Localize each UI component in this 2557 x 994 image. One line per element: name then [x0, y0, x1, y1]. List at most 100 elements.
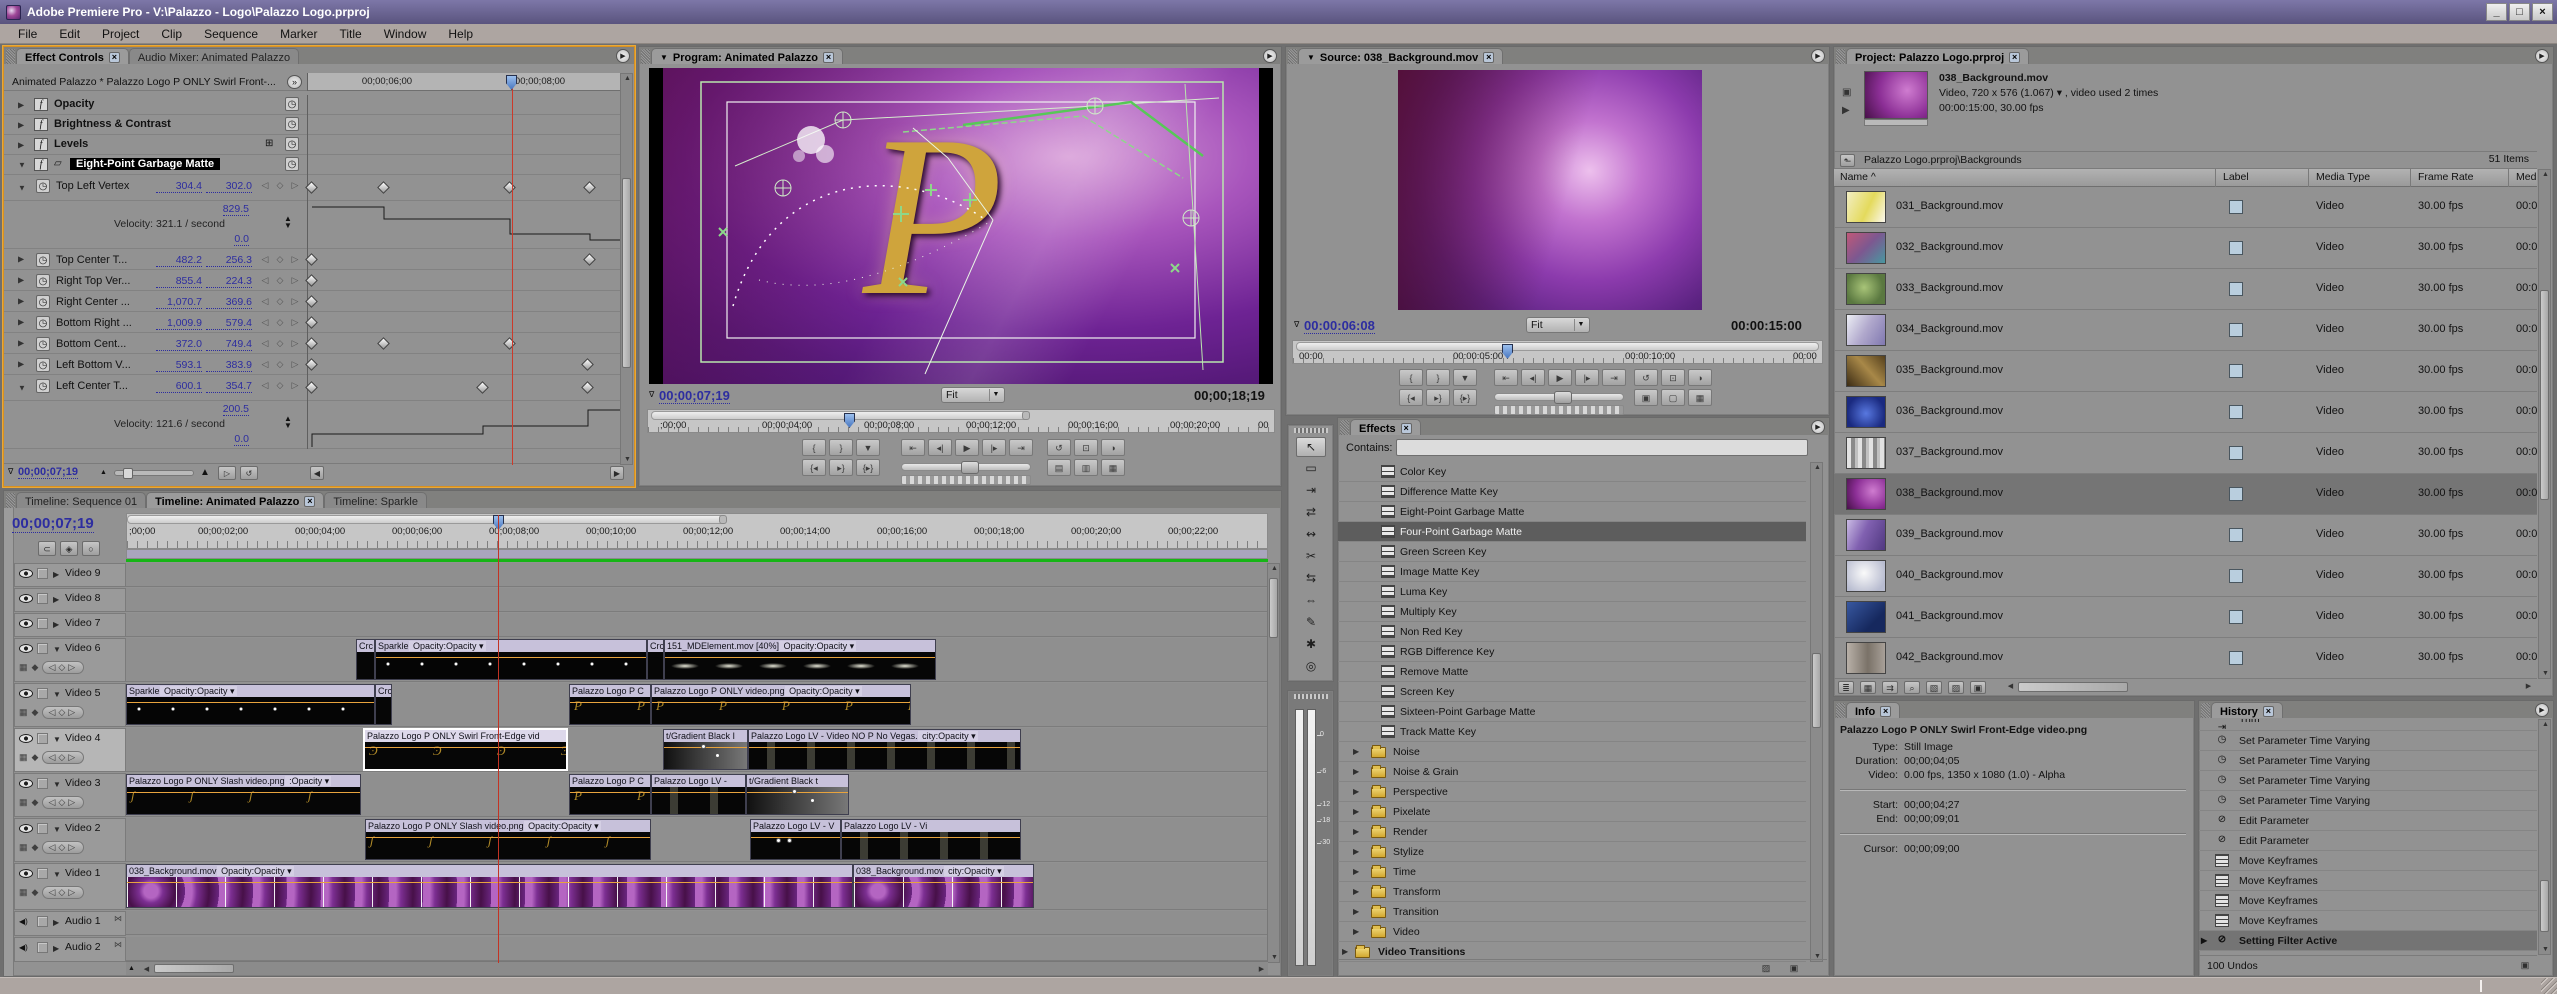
track-header-video-9[interactable]: ▶Video 9	[14, 563, 126, 587]
project-row-034_Background.mov[interactable]: 034_Background.movVideo30.00 fps00:0	[1834, 310, 2537, 351]
track-lock-toggle[interactable]	[37, 916, 48, 927]
project-row-037_Background.mov[interactable]: 037_Background.movVideo30.00 fps00:0	[1834, 433, 2537, 474]
set-marker-button[interactable]: ▼	[1453, 369, 1477, 386]
project-row-033_Background.mov[interactable]: 033_Background.movVideo30.00 fps00:0	[1834, 269, 2537, 310]
param-value-x[interactable]: 600.1	[156, 380, 202, 393]
menu-edit[interactable]: Edit	[49, 25, 90, 43]
tab-effect-controls[interactable]: Effect Controls×	[16, 48, 129, 64]
previous-keyframe-icon[interactable]: ◁	[259, 317, 271, 328]
param-value-x[interactable]: 372.0	[156, 338, 202, 351]
clip-fade-popup[interactable]: Opacity:Opacity ▾	[409, 641, 486, 651]
opacity-rubber-band[interactable]	[749, 747, 1020, 748]
tab-source[interactable]: ▼ Source: 038_Background.mov×	[1298, 48, 1503, 64]
opacity-rubber-band[interactable]	[665, 657, 935, 658]
zoom-tool[interactable]: ◎	[1296, 657, 1326, 677]
effect-item-difference-matte-key[interactable]: Difference Matte Key	[1338, 482, 1806, 502]
add-keyframe-icon[interactable]: ◇	[274, 275, 286, 286]
value-spinner[interactable]: ▲ ▼	[281, 415, 295, 431]
expand-icon[interactable]: ▶	[18, 297, 24, 306]
step-back-button[interactable]: ◂|	[928, 439, 952, 456]
clip-name[interactable]: 040_Background.mov	[1896, 569, 2003, 581]
safe-margins-button[interactable]: ⊡	[1661, 369, 1685, 386]
param-name[interactable]: Top Center T...	[56, 254, 127, 266]
expand-icon[interactable]: ▼	[18, 183, 26, 192]
effect-folder-stylize[interactable]: ▶Stylize	[1338, 842, 1806, 862]
param-value-x[interactable]: 855.4	[156, 275, 202, 288]
keyframe-nav[interactable]: ◁◇▷	[42, 661, 84, 674]
column-divider[interactable]	[2410, 169, 2411, 187]
delete-history-icon[interactable]: ▣	[2517, 959, 2533, 972]
panel-grip[interactable]	[1294, 694, 1328, 699]
timeline-current-timecode[interactable]: 00;00;07;19	[12, 515, 94, 533]
keyframe-row[interactable]	[308, 401, 621, 449]
opacity-rubber-band[interactable]	[751, 837, 840, 838]
add-keyframe-icon[interactable]: ◇	[274, 359, 286, 370]
effect-folder-noise[interactable]: ▶Noise	[1338, 742, 1806, 762]
clip-palazzo-logo-p-c[interactable]: Palazzo Logo P C	[569, 774, 651, 815]
tab-timeline-animated-palazzo[interactable]: Timeline: Animated Palazzo×	[146, 492, 324, 508]
set-out-button[interactable]: }	[1426, 369, 1450, 386]
previous-keyframe-icon[interactable]: ◁	[259, 180, 271, 191]
tab-project[interactable]: Project: Palazzo Logo.prproj×	[1846, 48, 2029, 64]
snap-toggle-icon[interactable]: ⊂	[38, 541, 56, 556]
output-button[interactable]: ◑	[1101, 439, 1125, 456]
go-to-in-button[interactable]: {◂	[1399, 389, 1423, 406]
opacity-rubber-band[interactable]	[127, 702, 374, 703]
effect-folder-video[interactable]: ▶Video	[1338, 922, 1806, 942]
track-content-audio-2[interactable]	[126, 937, 1268, 961]
menu-sequence[interactable]: Sequence	[194, 25, 268, 43]
effect-folder-noise-grain[interactable]: ▶Noise & Grain	[1338, 762, 1806, 782]
param-name[interactable]: Top Left Vertex	[56, 180, 129, 192]
expand-icon[interactable]: ▶	[53, 918, 59, 927]
toggle-track-output-icon[interactable]	[19, 869, 33, 878]
effects-scrollbar[interactable]: ▲ ▼	[1810, 462, 1823, 962]
shuttle-slider[interactable]	[1494, 393, 1624, 401]
param-value-y[interactable]: 369.6	[206, 296, 252, 309]
show-keyframes-icon[interactable]: ◆	[32, 662, 39, 673]
panel-grip[interactable]	[6, 49, 15, 64]
keyframe-row[interactable]	[308, 333, 621, 354]
effect-item-image-matte-key[interactable]: Image Matte Key	[1338, 562, 1806, 582]
expand-icon[interactable]: ▶	[1353, 867, 1359, 876]
track-lock-toggle[interactable]	[37, 942, 48, 953]
effect-controls-scrollbar[interactable]: ▲ ▼	[620, 73, 633, 465]
toggle-track-output-icon[interactable]	[19, 734, 33, 743]
toggle-animation-icon[interactable]: ◷	[36, 274, 50, 288]
effect-name[interactable]: Eight-Point Garbage Matte	[70, 158, 220, 170]
effect-row-levels[interactable]: ▶fLevels⊞◷	[4, 135, 307, 155]
add-keyframe-icon[interactable]: ◇	[274, 317, 286, 328]
effect-item-sixteen-point-garbage-matte[interactable]: Sixteen-Point Garbage Matte	[1338, 702, 1806, 722]
track-header-video-6[interactable]: ▼Video 6▦◆◁◇▷	[14, 638, 126, 682]
column-divider[interactable]	[2508, 169, 2509, 187]
param-row[interactable]: ▶◷Top Center T...482.2256.3◁◇▷	[4, 249, 307, 270]
program-current-timecode[interactable]: 00;00;07;19	[659, 388, 730, 404]
previous-keyframe-icon[interactable]: ◁	[259, 338, 271, 349]
track-lock-toggle[interactable]	[37, 778, 48, 789]
param-name[interactable]: Right Top Ver...	[56, 275, 130, 287]
value-spinner[interactable]: ▲ ▼	[281, 215, 295, 231]
rolling-edit-tool[interactable]: ⇄	[1296, 503, 1326, 523]
effect-item-eight-point-garbage-matte[interactable]: Eight-Point Garbage Matte	[1338, 502, 1806, 522]
expand-icon[interactable]: ▶	[18, 318, 24, 327]
close-icon[interactable]: ×	[1880, 706, 1891, 717]
effect-folder-pixelate[interactable]: ▶Pixelate	[1338, 802, 1806, 822]
keyframe-row[interactable]	[308, 135, 621, 155]
play-audio-icon[interactable]: ▷	[218, 466, 236, 480]
keyframe-row[interactable]	[308, 175, 621, 201]
output-button[interactable]: ◑	[1688, 369, 1712, 386]
effect-name[interactable]: Levels	[54, 138, 88, 150]
history-item-edit-parameter[interactable]: ⊘Edit Parameter	[2199, 811, 2537, 831]
program-video-frame[interactable]: P	[649, 68, 1273, 384]
effect-item-non-red-key[interactable]: Non Red Key	[1338, 622, 1806, 642]
keyframe-row[interactable]	[308, 249, 621, 270]
menu-help[interactable]: Help	[438, 25, 483, 43]
timeline-horizontal-scrollbar[interactable]: ▲ ◀ ▶	[126, 961, 1268, 975]
history-scrollbar[interactable]: ▲ ▼	[2538, 719, 2551, 955]
close-icon[interactable]: ×	[823, 52, 834, 63]
next-keyframe-icon[interactable]: ▷	[289, 254, 301, 265]
label-checkbox[interactable]	[2229, 446, 2243, 460]
clip-sparkle[interactable]: Sparkle Opacity:Opacity ▾	[126, 684, 375, 725]
keyframe-diamond[interactable]	[305, 337, 318, 350]
clip-palazzo-logo-lv-video-no-p-no-vegas-[interactable]: Palazzo Logo LV - Video NO P No Vegas. c…	[748, 729, 1021, 770]
resize-grip[interactable]	[2541, 978, 2557, 994]
